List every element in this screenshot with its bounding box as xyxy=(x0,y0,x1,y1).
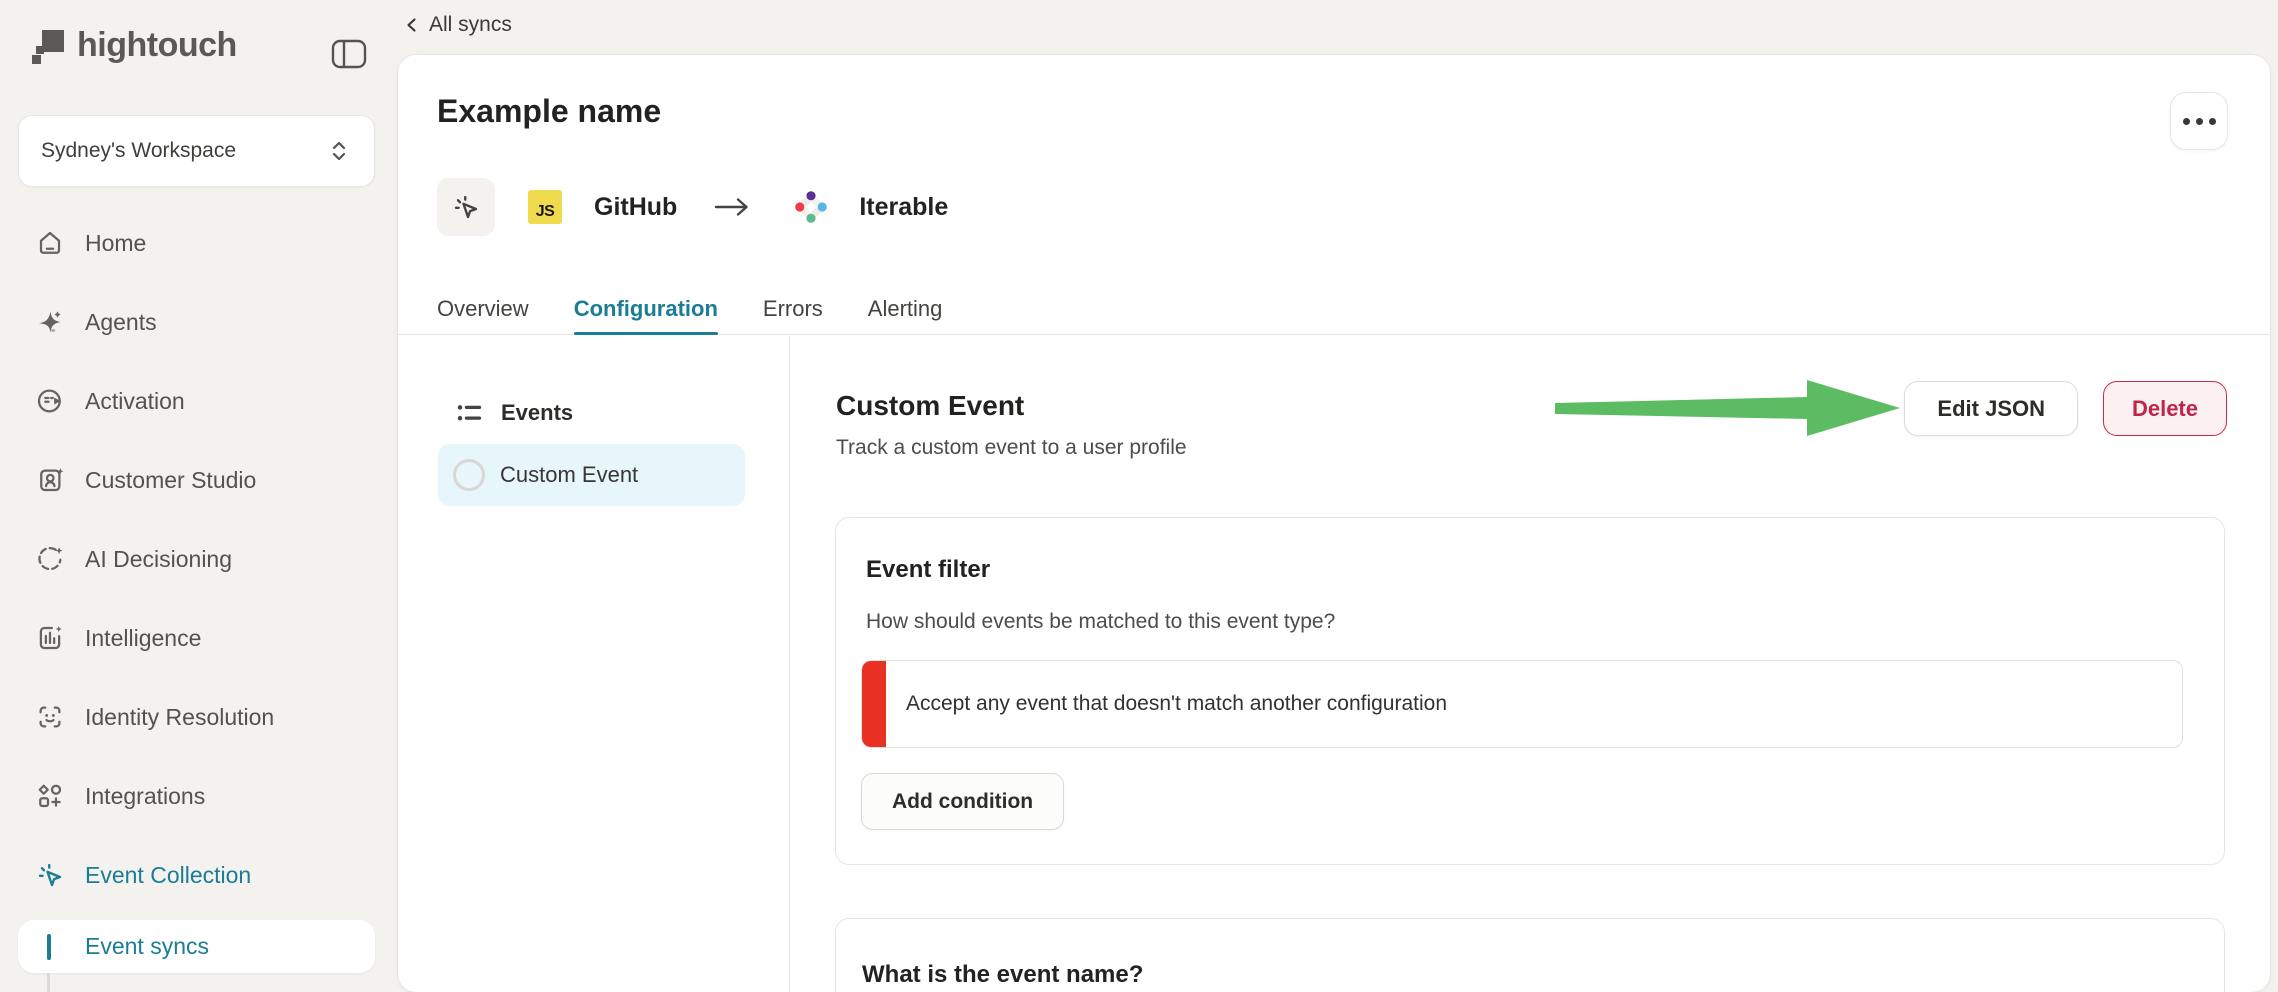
delete-button[interactable]: Delete xyxy=(2103,381,2227,436)
hightouch-logo-icon xyxy=(30,28,66,64)
destination-name: Iterable xyxy=(859,193,948,222)
sidebar-item-event-syncs[interactable]: Event syncs xyxy=(18,920,375,973)
event-filter-title: Event filter xyxy=(866,556,990,584)
event-source-badge xyxy=(437,178,495,236)
customer-studio-icon xyxy=(35,465,65,495)
fallback-rule-row[interactable]: Accept any event that doesn't match anot… xyxy=(861,660,2183,748)
tab-errors[interactable]: Errors xyxy=(763,283,823,334)
tab-alerting[interactable]: Alerting xyxy=(868,283,943,334)
sidebar-item-home[interactable]: Home xyxy=(0,216,398,270)
active-indicator-bar xyxy=(47,934,51,960)
intelligence-icon xyxy=(35,623,65,653)
list-icon xyxy=(455,399,483,427)
section-subtitle: Track a custom event to a user profile xyxy=(836,436,1187,460)
add-condition-button[interactable]: Add condition xyxy=(861,773,1064,830)
tab-overview[interactable]: Overview xyxy=(437,283,529,334)
sidebar-item-agents[interactable]: Agents xyxy=(0,295,398,349)
sidebar-item-event-collection[interactable]: Event Collection xyxy=(0,848,398,902)
event-collection-icon xyxy=(35,860,65,890)
sidebar-collapse-icon[interactable] xyxy=(330,38,368,70)
subnav-tree-line xyxy=(47,973,50,992)
arrow-right-icon xyxy=(713,196,751,218)
sidebar-item-identity-resolution[interactable]: Identity Resolution xyxy=(0,690,398,744)
sync-detail-card: Example name JS GitHub Iterable xyxy=(398,55,2270,992)
edit-json-button[interactable]: Edit JSON xyxy=(1904,381,2078,436)
pipeline-summary: JS GitHub Iterable xyxy=(437,178,948,236)
home-icon xyxy=(35,228,65,258)
ai-decisioning-icon xyxy=(35,544,65,574)
event-item-custom-event[interactable]: Custom Event xyxy=(438,444,745,506)
radio-circle-icon xyxy=(453,459,485,491)
workspace-selector[interactable]: Sydney's Workspace xyxy=(18,115,375,187)
javascript-icon: JS xyxy=(528,190,562,224)
agents-icon xyxy=(35,307,65,337)
event-filter-card: Event filter How should events be matche… xyxy=(835,517,2225,865)
sidebar: hightouch Sydney's Workspace Home Agents xyxy=(0,0,398,992)
integrations-icon xyxy=(35,781,65,811)
rule-color-bar xyxy=(862,661,886,747)
tab-configuration[interactable]: Configuration xyxy=(574,283,718,334)
event-name-card: What is the event name? xyxy=(835,918,2225,992)
annotation-arrow xyxy=(1555,372,1901,444)
events-panel-header: Events xyxy=(455,399,573,427)
identity-resolution-icon xyxy=(35,702,65,732)
workspace-name: Sydney's Workspace xyxy=(41,139,236,163)
sidebar-nav: Home Agents Activation xyxy=(0,216,398,927)
fallback-rule-text: Accept any event that doesn't match anot… xyxy=(906,692,1447,716)
logo-text: hightouch xyxy=(77,26,237,65)
sidebar-item-activation[interactable]: Activation xyxy=(0,374,398,428)
activation-icon xyxy=(35,386,65,416)
section-title: Custom Event xyxy=(836,390,1024,422)
sidebar-item-integrations[interactable]: Integrations xyxy=(0,769,398,823)
events-panel-title: Events xyxy=(501,400,573,426)
configuration-panel: Custom Event Track a custom event to a u… xyxy=(790,336,2270,992)
chevron-left-icon xyxy=(403,16,421,34)
sidebar-item-customer-studio[interactable]: Customer Studio xyxy=(0,453,398,507)
event-filter-question: How should events be matched to this eve… xyxy=(866,610,1335,634)
source-name: GitHub xyxy=(594,193,677,222)
sidebar-item-label: Event syncs xyxy=(85,933,209,960)
events-panel: Events Custom Event xyxy=(398,336,790,992)
hightouch-logo: hightouch xyxy=(30,26,237,65)
event-name-title: What is the event name? xyxy=(862,961,1143,989)
page-title: Example name xyxy=(437,93,661,130)
sidebar-item-ai-decisioning[interactable]: AI Decisioning xyxy=(0,532,398,586)
sidebar-item-intelligence[interactable]: Intelligence xyxy=(0,611,398,665)
tabs-bar: Overview Configuration Errors Alerting xyxy=(398,283,2270,335)
breadcrumb-all-syncs[interactable]: All syncs xyxy=(403,8,512,42)
event-item-label: Custom Event xyxy=(500,462,638,488)
chevron-updown-icon xyxy=(328,139,350,163)
cursor-click-icon xyxy=(451,192,481,222)
iterable-icon xyxy=(793,189,829,225)
ellipsis-icon xyxy=(2183,118,2190,125)
more-options-button[interactable] xyxy=(2170,92,2228,150)
